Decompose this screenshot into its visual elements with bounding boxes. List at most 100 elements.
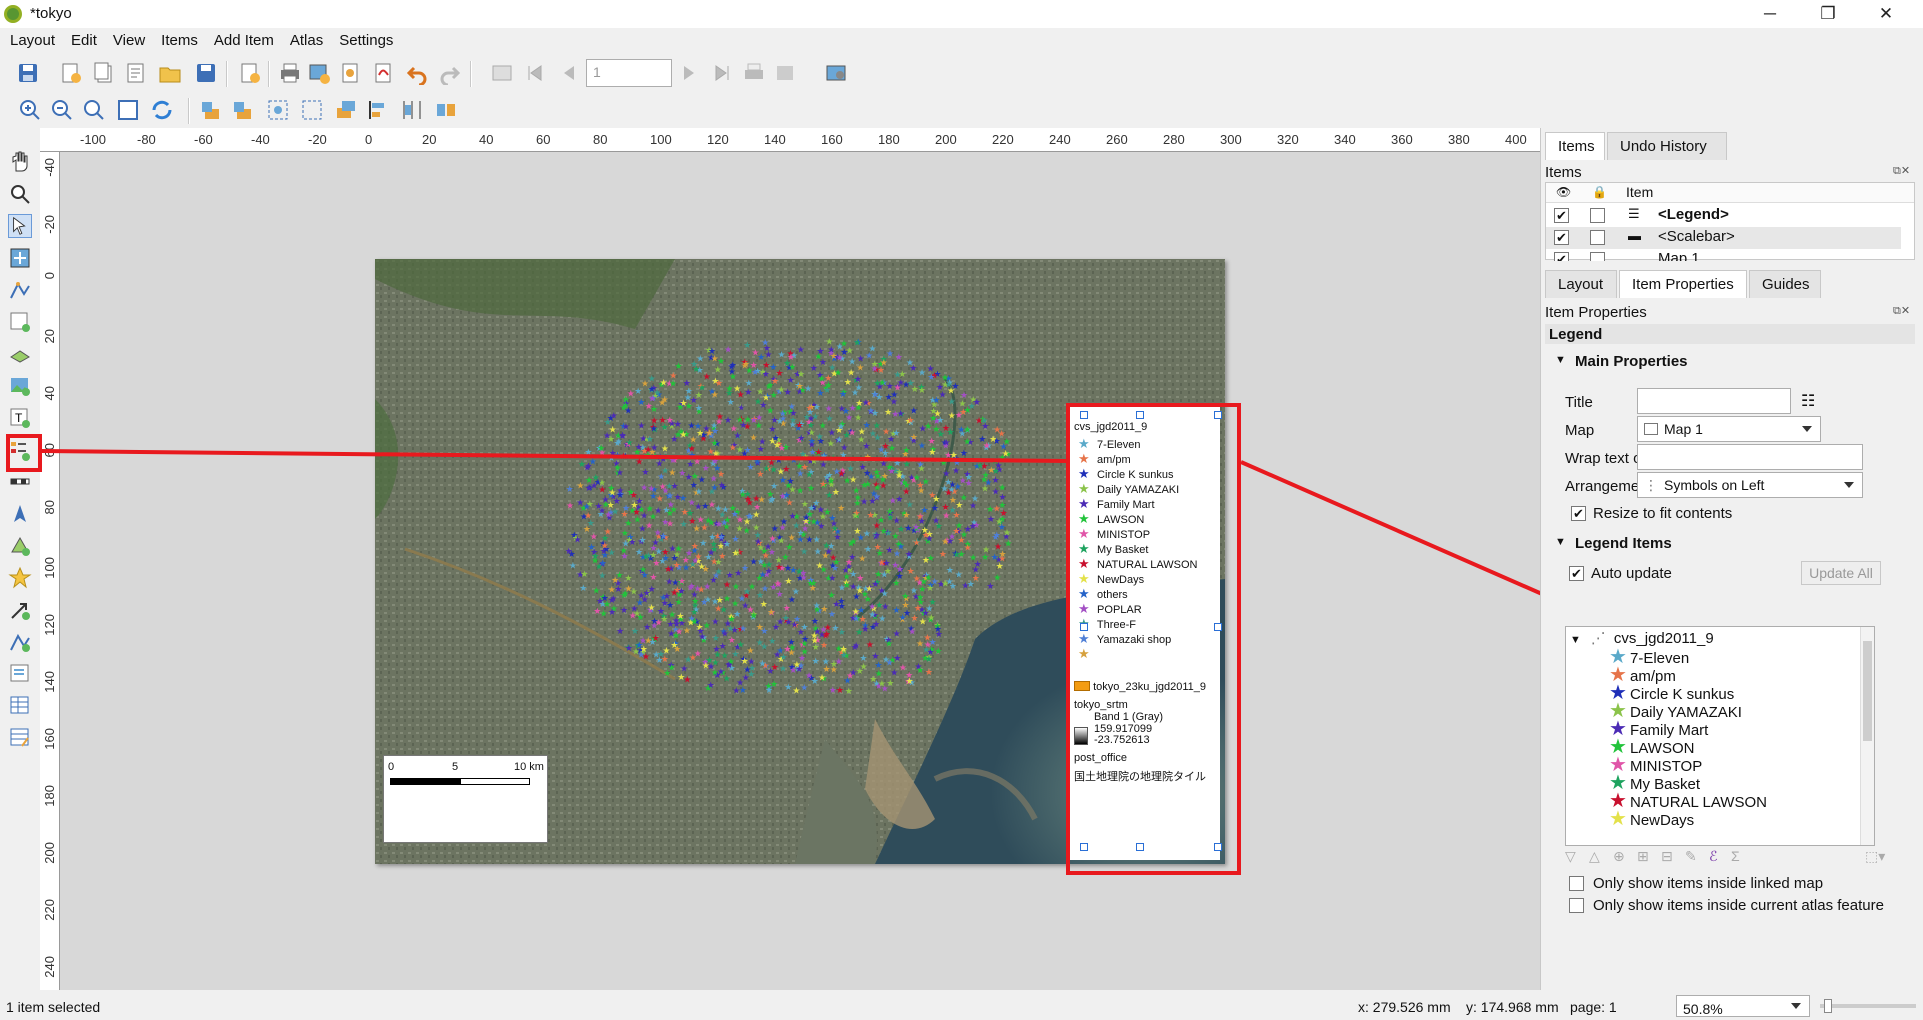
export-atlas-icon[interactable] xyxy=(774,61,798,85)
add-marker-icon[interactable] xyxy=(8,566,32,590)
atlas-preview-icon[interactable] xyxy=(490,61,514,85)
close-button[interactable]: ✕ xyxy=(1857,0,1915,28)
edit-nodes-icon[interactable] xyxy=(8,278,32,302)
legend-items-section[interactable]: ▼ Legend Items xyxy=(1545,534,1915,558)
tab-items[interactable]: Items xyxy=(1545,132,1605,160)
maximize-button[interactable]: ❐ xyxy=(1799,0,1857,28)
move-content-icon[interactable] xyxy=(8,246,32,270)
scalebar-item[interactable]: 0 5 10 km xyxy=(383,755,548,843)
lock-checkbox[interactable] xyxy=(1590,208,1605,223)
arrangement-combo[interactable]: ⋮ Symbols on Left xyxy=(1637,472,1863,498)
first-feature-icon[interactable] xyxy=(523,61,547,85)
zoom-tool-icon[interactable] xyxy=(8,182,32,206)
add-page-icon[interactable] xyxy=(238,61,262,85)
refresh-icon[interactable] xyxy=(150,98,174,122)
pan-icon[interactable] xyxy=(8,150,32,174)
tree-scrollbar[interactable] xyxy=(1860,627,1874,845)
items-row-map[interactable]: ✔ Map 1 xyxy=(1546,249,1901,261)
lock-checkbox[interactable] xyxy=(1590,252,1605,261)
dock-float-close-icon[interactable]: ⧉✕ xyxy=(1893,164,1910,178)
duplicate-layout-icon[interactable] xyxy=(92,61,116,85)
wrap-text-input[interactable] xyxy=(1637,444,1863,470)
menu-view[interactable]: View xyxy=(103,28,151,49)
visibility-checkbox[interactable]: ✔ xyxy=(1554,208,1569,223)
move-down-icon[interactable]: ▽ xyxy=(1565,848,1576,865)
next-feature-icon[interactable] xyxy=(678,61,702,85)
last-feature-icon[interactable] xyxy=(710,61,734,85)
add-group-icon[interactable]: ⊕ xyxy=(1613,848,1625,865)
resize-checkbox[interactable]: ✔ xyxy=(1571,506,1586,521)
add-label-icon[interactable]: T xyxy=(8,406,32,430)
add-shape-icon[interactable] xyxy=(8,534,32,558)
export-svg-icon[interactable] xyxy=(339,61,363,85)
undo-icon[interactable] xyxy=(405,61,429,85)
print-icon[interactable] xyxy=(278,61,302,85)
menu-layout[interactable]: Layout xyxy=(0,28,61,49)
add-nodes-icon[interactable] xyxy=(8,630,32,654)
add-north-arrow-icon[interactable] xyxy=(8,502,32,526)
expression-icon[interactable]: ☷ xyxy=(1801,391,1815,411)
menu-atlas[interactable]: Atlas xyxy=(280,28,329,49)
align-left-icon[interactable] xyxy=(366,98,390,122)
move-up-icon[interactable]: △ xyxy=(1589,848,1600,865)
menu-add-item[interactable]: Add Item xyxy=(204,28,280,49)
layout-canvas[interactable]: ★ ★ ★ ★ ★ ★ ★ ★ ★ ★ ★ ★ ★ ★ ★ ★ ★ ★ ★ ★ ★ ★ ★ ★ ★ ★ ★ ★ ★ ★ ★ ★ ★ ★ ★ ★ ★ ★ ★ ★… xyxy=(60,152,1540,990)
tab-undo-history[interactable]: Undo History xyxy=(1607,132,1727,160)
add-fixed-table-icon[interactable] xyxy=(8,726,32,750)
group-icon[interactable] xyxy=(266,98,290,122)
add-scalebar-icon[interactable] xyxy=(8,470,32,494)
menu-settings[interactable]: Settings xyxy=(329,28,399,49)
remove-item-icon[interactable]: ⊟ xyxy=(1661,848,1673,865)
export-pdf-icon[interactable] xyxy=(372,61,396,85)
lock-items-icon[interactable] xyxy=(200,98,224,122)
export-image-icon[interactable] xyxy=(307,61,331,85)
tree-item-row[interactable]: ★ NewDays xyxy=(1606,809,1694,831)
main-properties-section[interactable]: ▼ Main Properties xyxy=(1545,352,1915,376)
ungroup-icon[interactable] xyxy=(300,98,324,122)
items-row-legend[interactable]: ✔ ☰ <Legend> xyxy=(1546,205,1901,227)
legend-items-tree[interactable]: ▼ ⋰ cvs_jgd2011_9 ★ 7-Eleven ★ am/pm ★ Circle K… xyxy=(1565,626,1875,846)
items-table[interactable]: 👁 🔒 Item ✔ ☰ <Legend> ✔ ▬ <Scalebar> ✔ M… xyxy=(1545,182,1915,261)
atlas-page-field[interactable]: 1 xyxy=(586,59,672,87)
add-3d-map-icon[interactable] xyxy=(8,342,32,366)
atlas-settings-icon[interactable] xyxy=(824,61,848,85)
redo-icon[interactable] xyxy=(438,61,462,85)
only-linked-checkbox[interactable] xyxy=(1569,876,1584,891)
add-arrow-icon[interactable] xyxy=(8,598,32,622)
visibility-checkbox[interactable]: ✔ xyxy=(1554,230,1569,245)
select-move-icon[interactable] xyxy=(8,214,32,238)
items-row-scalebar[interactable]: ✔ ▬ <Scalebar> xyxy=(1546,227,1901,249)
add-html-icon[interactable] xyxy=(8,662,32,686)
add-picture-icon[interactable] xyxy=(8,374,32,398)
lock-checkbox[interactable] xyxy=(1590,230,1605,245)
update-all-button[interactable]: Update All xyxy=(1801,561,1881,585)
expression-filter-icon[interactable]: ℰ xyxy=(1709,848,1717,865)
distribute-icon[interactable] xyxy=(400,98,424,122)
add-item-icon[interactable]: ⊞ xyxy=(1637,848,1649,865)
zoom-slider[interactable] xyxy=(1820,999,1916,1013)
unlock-items-icon[interactable] xyxy=(232,98,256,122)
resize-icon[interactable] xyxy=(434,98,458,122)
add-attribute-table-icon[interactable] xyxy=(8,694,32,718)
save-as-template-icon[interactable] xyxy=(194,61,218,85)
zoom-full-icon[interactable] xyxy=(116,98,140,122)
zoom-actual-icon[interactable] xyxy=(82,98,106,122)
edit-item-icon[interactable]: ✎ xyxy=(1685,848,1697,865)
menu-edit[interactable]: Edit xyxy=(61,28,103,49)
zoom-out-icon[interactable] xyxy=(50,98,74,122)
map-combo[interactable]: Map 1 xyxy=(1637,416,1821,442)
auto-update-checkbox[interactable]: ✔ xyxy=(1569,566,1584,581)
filter-menu-icon[interactable]: ⬚▾ xyxy=(1865,848,1885,865)
open-template-icon[interactable] xyxy=(158,61,182,85)
add-map-icon[interactable] xyxy=(8,310,32,334)
menu-items[interactable]: Items xyxy=(151,28,204,49)
zoom-combo[interactable]: 50.8% xyxy=(1676,995,1810,1017)
only-atlas-checkbox[interactable] xyxy=(1569,898,1584,913)
count-icon[interactable]: Σ xyxy=(1731,848,1740,864)
previous-feature-icon[interactable] xyxy=(556,61,580,85)
minimize-button[interactable]: ─ xyxy=(1741,0,1799,28)
print-atlas-icon[interactable] xyxy=(742,61,766,85)
layout-manager-icon[interactable] xyxy=(124,61,148,85)
visibility-checkbox[interactable]: ✔ xyxy=(1554,252,1569,261)
zoom-in-icon[interactable] xyxy=(18,98,42,122)
